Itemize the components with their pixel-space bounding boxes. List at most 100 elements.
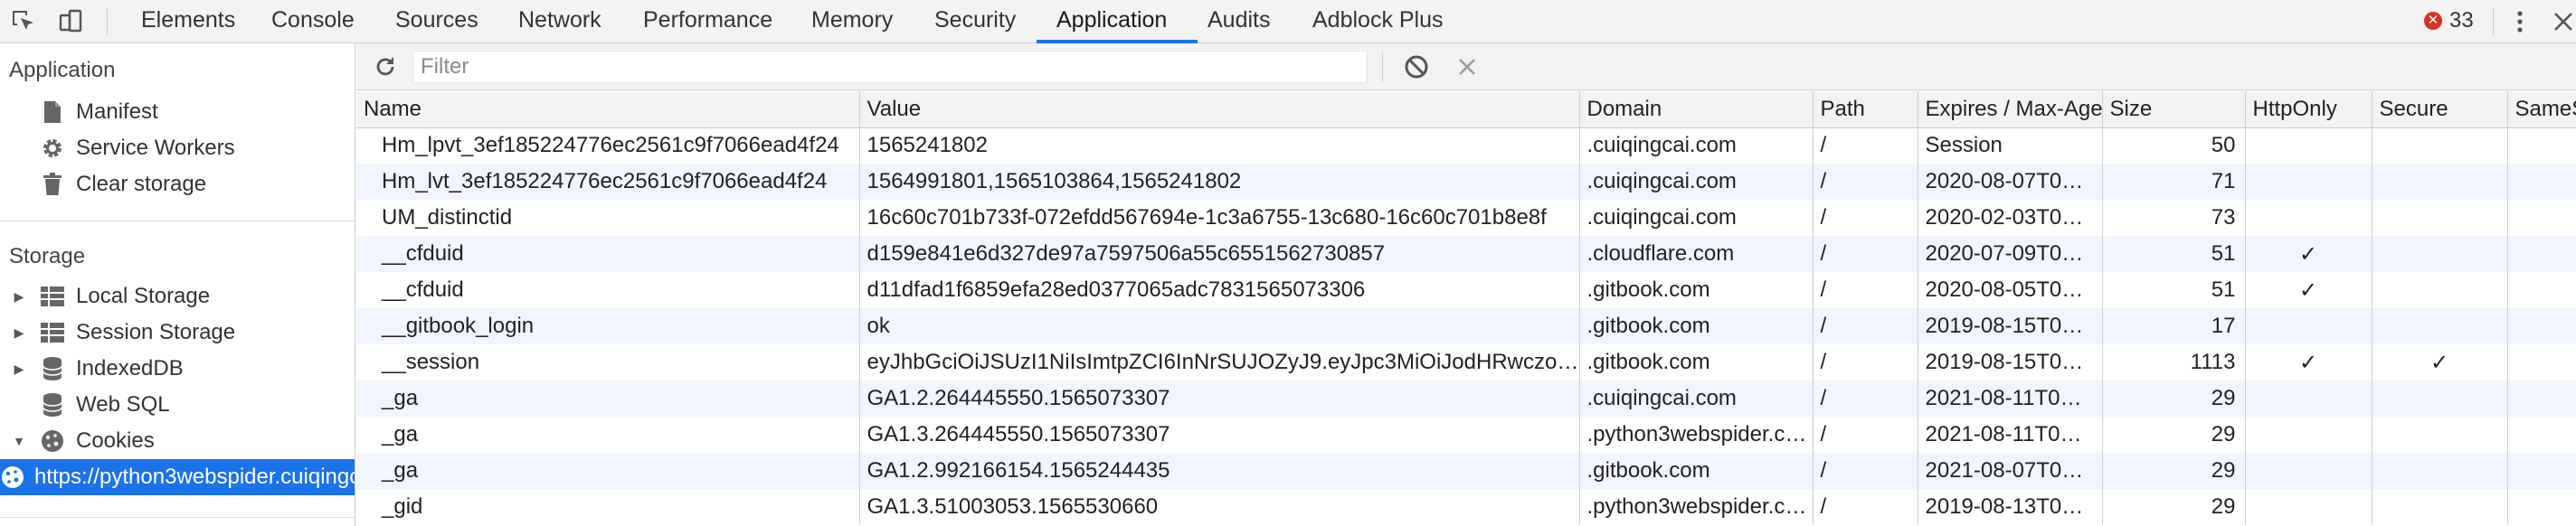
table-row[interactable]: _gid GA1.3.51003053.1565530660 .python3web…: [356, 489, 2576, 525]
close-devtools-icon[interactable]: [2547, 5, 2576, 38]
column-header-secure[interactable]: Secure: [2372, 91, 2508, 128]
tab-sources[interactable]: Sources: [395, 0, 478, 43]
table-row[interactable]: UM_distinctid 16c60c701b733f-072efdd56769…: [356, 200, 2576, 236]
cell-samesite: [2507, 272, 2576, 308]
tab-memory[interactable]: Memory: [811, 0, 893, 43]
column-header-path[interactable]: Path: [1813, 91, 1918, 128]
tab-audits[interactable]: Audits: [1208, 0, 1270, 43]
sidebar-item-clear-storage[interactable]: Clear storage: [0, 166, 355, 202]
toolbar-separator: [107, 8, 108, 35]
cell-value: 16c60c701b733f-072efdd567694e-1c3a6755-1…: [859, 200, 1580, 236]
sidebar-item-label: Cookies: [76, 428, 155, 453]
expand-arrow-icon[interactable]: ▶: [0, 325, 38, 341]
table-row[interactable]: Hm_lvt_3ef185224776ec2561c9f7066ead4f24 1…: [356, 164, 2576, 200]
cell-value: 1565241802: [859, 127, 1580, 164]
tab-adblock-plus[interactable]: Adblock Plus: [1312, 0, 1444, 43]
grid-icon: [38, 282, 67, 311]
refresh-icon[interactable]: [369, 51, 402, 83]
error-counter[interactable]: ✕ 33: [2424, 7, 2474, 34]
cell-expires: 2019-08-15T0…: [1918, 344, 2103, 380]
cell-path: /: [1813, 200, 1918, 236]
cell-name: __cfduid: [356, 236, 860, 272]
sidebar-item-web-sql[interactable]: Web SQL: [0, 387, 355, 423]
sidebar-item-cookies[interactable]: ▼ Cookies: [0, 423, 355, 459]
cell-domain: .python3webspider.cuiqingcai.com: [1579, 489, 1814, 525]
table-row[interactable]: _ga GA1.3.264445550.1565073307 .python3web…: [356, 417, 2576, 453]
sidebar-item-cookie-origin[interactable]: https://python3webspider.cuiqingcai.com: [0, 459, 355, 495]
cell-name: _ga: [356, 453, 860, 489]
table-row[interactable]: _ga GA1.2.992166154.1565244435 .gitbook.co…: [356, 453, 2576, 489]
cell-path: /: [1813, 453, 1918, 489]
error-icon: ✕: [2424, 12, 2442, 30]
sidebar-item-session-storage[interactable]: ▶ Session Storage: [0, 315, 355, 351]
column-header-domain[interactable]: Domain: [1579, 91, 1814, 128]
cell-size: 29: [2102, 417, 2246, 453]
tab-security[interactable]: Security: [934, 0, 1016, 43]
table-row[interactable]: Hm_lpvt_3ef185224776ec2561c9f7066ead4f24…: [356, 127, 2576, 164]
collapse-arrow-icon[interactable]: ▼: [0, 434, 38, 448]
cell-path: /: [1813, 417, 1918, 453]
clear-all-icon[interactable]: [1400, 51, 1433, 83]
application-sidebar: Application Manifest Service Workers Cle…: [0, 43, 355, 526]
delete-selected-icon[interactable]: [1451, 51, 1483, 83]
devtools-window: Elements Console Sources Network Perform…: [0, 0, 2576, 526]
cell-expires: 2021-08-11T0…: [1918, 380, 2103, 417]
expand-arrow-icon[interactable]: ▶: [0, 362, 38, 377]
cell-expires: 2021-08-07T0…: [1918, 453, 2103, 489]
database-icon: [38, 390, 67, 419]
cell-expires: 2021-08-11T0…: [1918, 417, 2103, 453]
table-row[interactable]: __gitbook_login ok .gitbook.com/2019-08-15…: [356, 308, 2576, 344]
cell-size: 29: [2102, 453, 2246, 489]
cell-samesite: [2507, 308, 2576, 344]
sidebar-item-label: https://python3webspider.cuiqingcai.com: [34, 465, 355, 489]
column-header-httponly[interactable]: HttpOnly: [2245, 91, 2372, 128]
cell-secure: ✓: [2372, 344, 2508, 380]
sidebar-item-label: Local Storage: [76, 284, 211, 308]
cell-path: /: [1813, 236, 1918, 272]
cell-domain: .cuiqingcai.com: [1579, 380, 1814, 417]
cell-secure: [2372, 308, 2508, 344]
sidebar-item-service-workers[interactable]: Service Workers: [0, 130, 355, 166]
more-options-icon[interactable]: [2504, 5, 2536, 38]
table-row[interactable]: _ga GA1.2.264445550.1565073307 .cuiqingcai…: [356, 380, 2576, 417]
tab-network[interactable]: Network: [518, 0, 601, 43]
cell-value: GA1.2.992166154.1565244435: [859, 453, 1580, 489]
cell-path: /: [1813, 344, 1918, 380]
cell-secure: [2372, 164, 2508, 200]
sidebar-item-indexeddb[interactable]: ▶ IndexedDB: [0, 351, 355, 387]
device-toolbar-icon[interactable]: [54, 5, 87, 38]
table-row[interactable]: __cfduid d11dfad1f6859efa28ed0377065adc78…: [356, 272, 2576, 308]
expand-arrow-icon[interactable]: ▶: [0, 289, 38, 305]
tab-console[interactable]: Console: [271, 0, 355, 43]
tab-performance[interactable]: Performance: [643, 0, 772, 43]
filter-input[interactable]: [412, 51, 1368, 83]
sidebar-item-local-storage[interactable]: ▶ Local Storage: [0, 278, 355, 315]
tab-application[interactable]: Application: [1056, 0, 1167, 43]
tab-elements[interactable]: Elements: [141, 0, 235, 43]
cell-samesite: [2507, 380, 2576, 417]
cell-path: /: [1813, 164, 1918, 200]
cell-httponly: ✓: [2245, 236, 2372, 272]
cell-httponly: [2245, 489, 2372, 525]
column-header-size[interactable]: Size: [2102, 91, 2246, 128]
table-row[interactable]: __cfduid d159e841e6d327de97a7597506a55c65…: [356, 236, 2576, 272]
column-header-expires[interactable]: Expires / Max-Age: [1918, 91, 2103, 128]
cookies-table: Name Value Domain Path Expires / Max-Age…: [356, 91, 2576, 525]
cell-size: 29: [2102, 380, 2246, 417]
cell-domain: .gitbook.com: [1579, 344, 1814, 380]
cell-name: __session: [356, 344, 860, 380]
cell-size: 17: [2102, 308, 2246, 344]
cell-domain: .cuiqingcai.com: [1579, 164, 1814, 200]
cell-secure: [2372, 200, 2508, 236]
sidebar-item-label: IndexedDB: [76, 356, 184, 380]
sidebar-item-manifest[interactable]: Manifest: [0, 94, 355, 130]
column-header-name[interactable]: Name: [356, 91, 860, 128]
column-header-samesite[interactable]: SameSite: [2507, 91, 2576, 128]
inspect-element-icon[interactable]: [7, 5, 40, 38]
column-header-value[interactable]: Value: [859, 91, 1580, 128]
cell-size: 50: [2102, 127, 2246, 164]
table-row[interactable]: __session eyJhbGciOiJSUzI1NiIsImtpZCI6InN…: [356, 344, 2576, 380]
cell-domain: .gitbook.com: [1579, 453, 1814, 489]
cell-httponly: [2245, 308, 2372, 344]
sidebar-divider: [0, 517, 355, 518]
